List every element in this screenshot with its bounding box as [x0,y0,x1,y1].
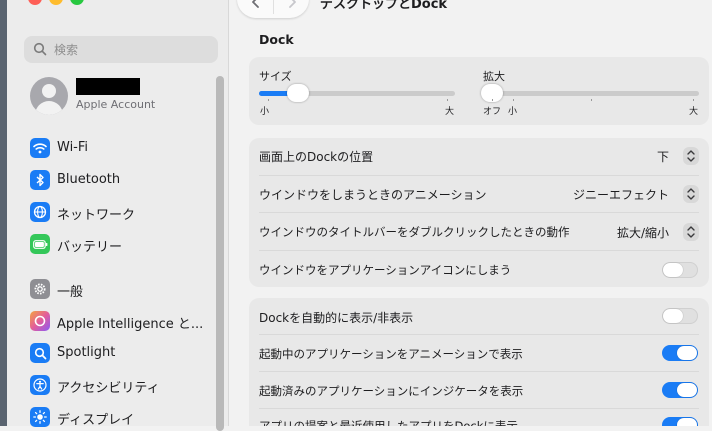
magnifier-icon [30,343,50,363]
setting-row-minimize-effect[interactable]: ウインドウをしまうときのアニメーション ジニーエフェクト [249,175,709,212]
chevron-up-down-icon [687,226,695,238]
sidebar-item-label: ネットワーク [57,208,136,223]
search-icon [33,42,47,56]
sun-icon [30,407,50,427]
sidebar-item-wifi[interactable]: Wi-Fi [30,136,210,162]
zoom-window-button[interactable] [70,0,84,5]
setting-row-dock-position[interactable]: 画面上のDockの位置 下 [249,138,709,175]
setting-label: Dockを自動的に表示/非表示 [259,311,414,325]
setting-row-suggested-apps[interactable]: アプリの提案と最近使用したアプリをDockに表示 [249,408,709,426]
minimize-into-icon-toggle[interactable] [662,262,698,278]
magnification-off-label: オフ [483,107,502,117]
setting-label: アプリの提案と最近使用したアプリをDockに表示 [259,419,518,426]
size-slider-min-label: 小 [260,107,270,117]
account-subtitle: Apple Account [76,98,156,111]
magnification-slider-label: 拡大 [483,70,505,83]
sidebar-item-label: Apple Intelligence と... [57,317,204,332]
dock-behavior-card: 画面上のDockの位置 下 ウインドウをしまうときのアニメーション ジニーエフェ… [249,138,709,287]
setting-label: 起動中のアプリケーションをアニメーションで表示 [259,347,523,361]
sidebar-item-displays[interactable]: ディスプレイ [30,405,210,431]
popup-stepper[interactable] [683,223,699,241]
autohide-toggle[interactable] [662,308,698,324]
search-input[interactable] [52,39,206,61]
dock-toggles-card: Dockを自動的に表示/非表示 起動中のアプリケーションをアニメーションで表示 … [249,298,709,426]
sidebar-item-label: Spotlight [57,345,116,360]
size-slider-max-label: 大 [445,107,455,117]
size-slider-knob[interactable] [287,84,309,102]
account-item[interactable]: Apple Account [30,77,215,115]
sidebar-item-label: Bluetooth [57,172,121,187]
size-slider-label: サイズ [259,70,292,83]
setting-row-show-indicators[interactable]: 起動済みのアプリケーションにインジケータを表示 [249,371,709,408]
dock-size-card: サイズ 小 大 拡大 オフ 小 大 [249,57,709,125]
sidebar-item-label: ディスプレイ [57,413,135,428]
setting-label: ウインドウをアプリケーションアイコンにしまう [259,263,512,277]
magnification-min-label: 小 [508,107,518,117]
sidebar-item-network[interactable]: ネットワーク [30,200,210,226]
account-name-redacted [76,78,140,95]
animate-opening-toggle[interactable] [662,345,698,361]
navigation-buttons [237,0,309,18]
globe-icon [30,202,50,222]
section-title-dock: Dock [259,32,294,47]
setting-row-animate-opening[interactable]: 起動中のアプリケーションをアニメーションで表示 [249,334,709,371]
popup-stepper[interactable] [683,185,699,203]
chevron-left-icon[interactable] [251,0,261,8]
bluetooth-icon [30,170,50,190]
setting-row-minimize-into-icon[interactable]: ウインドウをアプリケーションアイコンにしまう [249,250,709,287]
minimize-window-button[interactable] [49,0,63,5]
setting-row-double-click-title-bar[interactable]: ウインドウのタイトルバーをダブルクリックしたときの動作 拡大/縮小 [249,212,709,250]
sidebar-item-apple-intelligence[interactable]: Apple Intelligence と... [30,309,210,335]
chevron-up-down-icon [687,188,695,200]
sidebar-item-label: バッテリー [57,240,123,255]
battery-icon [30,234,50,254]
accessibility-icon [30,375,50,395]
setting-row-autohide[interactable]: Dockを自動的に表示/非表示 [249,298,709,334]
window-title: デスクトップとDock [320,0,448,12]
setting-label: ウインドウをしまうときのアニメーション [259,188,487,202]
sidebar: Apple Account Wi-Fi Bluetooth [7,0,229,431]
sidebar-item-label: Wi-Fi [57,140,89,155]
chevron-up-down-icon [687,150,695,162]
main-pane: デスクトップとDock Dock サイズ 小 大 拡大 オフ 小 大 画面上のD… [229,0,712,426]
wifi-icon [30,138,50,158]
desktop-background-strip [0,0,7,426]
setting-label: 画面上のDockの位置 [259,150,374,164]
apple-intelligence-icon [30,311,50,331]
popup-stepper[interactable] [683,147,699,165]
magnification-max-label: 大 [689,107,699,117]
magnification-slider[interactable] [481,84,699,102]
size-slider[interactable] [259,84,455,102]
gear-icon [30,279,50,299]
minimize-effect-value[interactable]: ジニーエフェクト [573,186,669,203]
show-indicators-toggle[interactable] [662,382,698,398]
dock-position-value[interactable]: 下 [657,148,669,165]
close-window-button[interactable] [28,0,42,5]
double-click-action-value[interactable]: 拡大/縮小 [617,224,669,241]
avatar [30,77,68,115]
sidebar-scrollbar[interactable] [216,76,224,431]
chevron-right-icon[interactable] [287,0,297,8]
sidebar-item-battery[interactable]: バッテリー [30,232,210,258]
sidebar-item-accessibility[interactable]: アクセシビリティ [30,373,210,399]
sidebar-item-spotlight[interactable]: Spotlight [30,341,210,367]
setting-label: ウインドウのタイトルバーをダブルクリックしたときの動作 [259,225,570,239]
suggested-apps-toggle[interactable] [662,417,698,426]
search-field[interactable] [24,36,218,63]
sidebar-item-general[interactable]: 一般 [30,277,210,303]
sidebar-item-label: 一般 [57,285,84,300]
sidebar-item-label: アクセシビリティ [57,381,160,396]
setting-label: 起動済みのアプリケーションにインジケータを表示 [259,384,524,398]
sidebar-item-bluetooth[interactable]: Bluetooth [30,168,210,194]
